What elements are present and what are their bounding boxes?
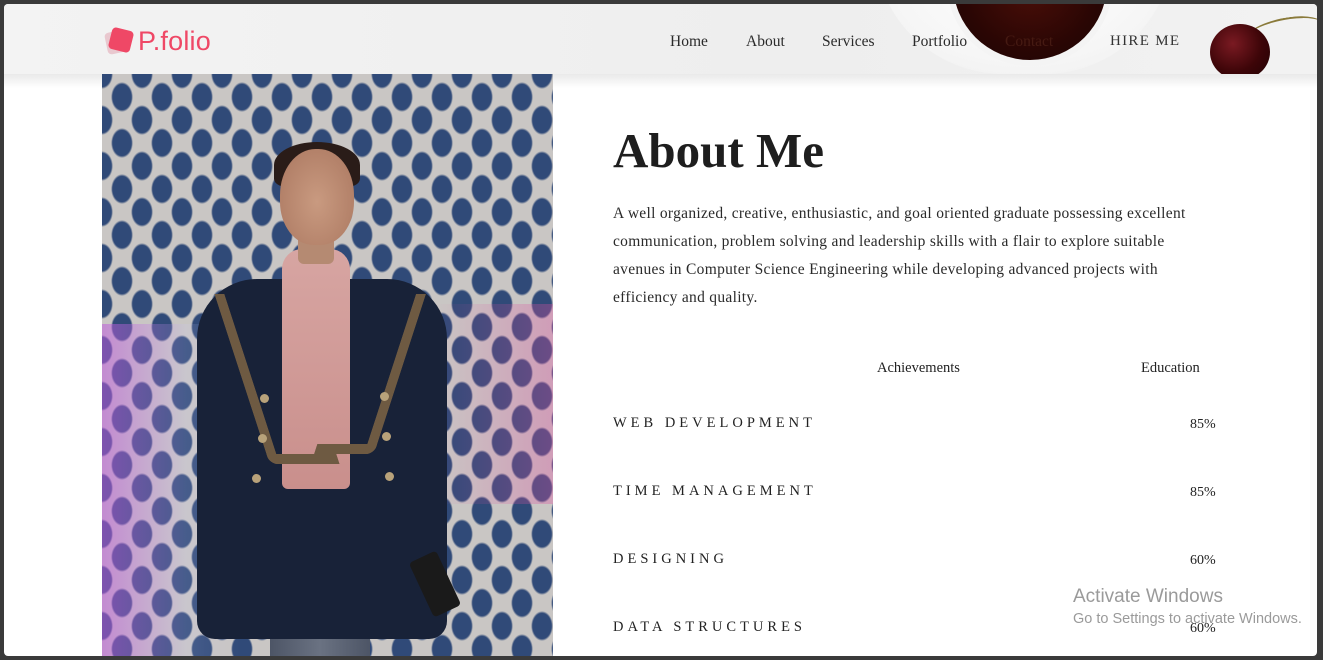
skill-name: TIME MANAGEMENT [613,483,817,499]
activation-watermark-title: Activate Windows [1073,586,1223,607]
skill-value: 85% [1190,417,1216,432]
activation-watermark-subtitle: Go to Settings to activate Windows. [1073,611,1302,627]
about-description: A well organized, creative, enthusiastic… [613,205,1186,306]
tab-education[interactable]: Education [1141,360,1200,377]
nav-services[interactable]: Services [822,33,875,51]
hire-me-button[interactable]: HIRE ME [1110,33,1180,50]
skill-name: WEB DEVELOPMENT [613,415,816,431]
nav-portfolio[interactable]: Portfolio [912,33,967,51]
skill-value: 85% [1190,485,1216,500]
skill-value: 60% [1190,553,1216,568]
nav-contact[interactable]: Contact [1005,33,1053,51]
site-header: P.folio Home About Services Portfolio Co… [4,4,1317,80]
about-title: About Me [613,123,824,178]
nav-home[interactable]: Home [670,33,708,51]
tab-achievements[interactable]: Achievements [877,360,960,377]
nav-about[interactable]: About [746,33,785,51]
browser-viewport: P.folio Home About Services Portfolio Co… [4,4,1317,656]
profile-photo [102,74,553,656]
skill-name: DATA STRUCTURES [613,619,806,635]
person-head [280,149,354,245]
skill-name: DESIGNING [613,551,728,567]
